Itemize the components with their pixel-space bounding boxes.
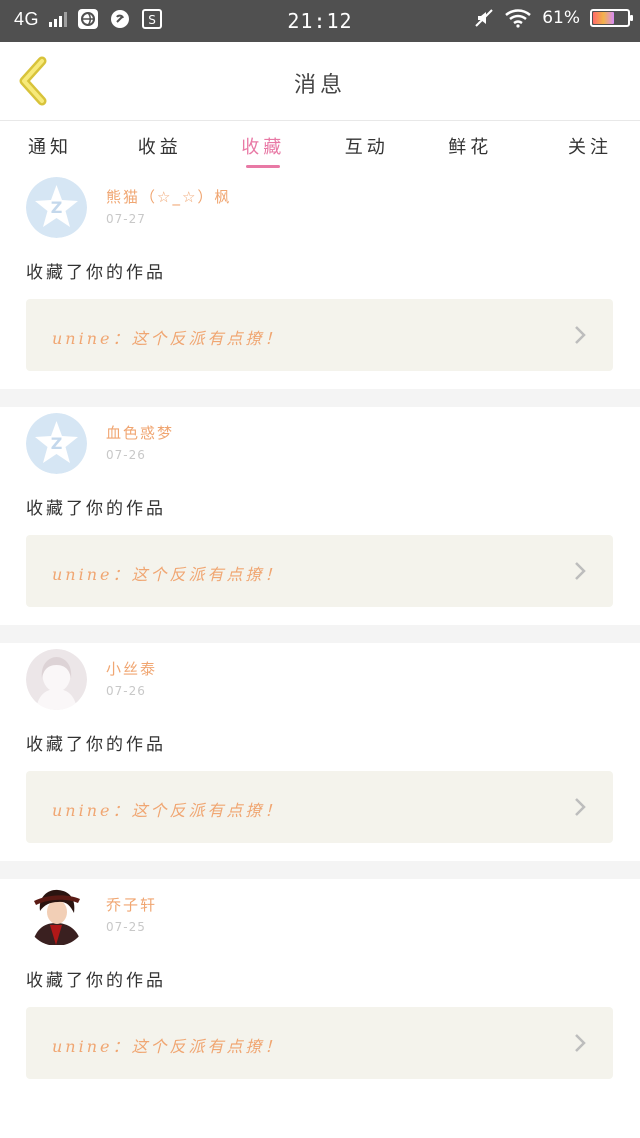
user-name[interactable]: 血色惑梦 [106, 422, 174, 443]
status-bar: 4G S 21:12 61% [0, 0, 640, 42]
action-text: 收藏了你的作品 [26, 499, 166, 519]
svg-text:Z: Z [51, 434, 63, 453]
battery-level [593, 12, 614, 24]
chevron-right-icon [575, 562, 586, 580]
battery-percent: 61% [542, 8, 580, 28]
message-list: Z 熊猫（☆_☆）枫 07-27 收藏了你的作品 unine：这个反派有点撩！ … [0, 171, 640, 1097]
list-item: 小丝泰 07-26 收藏了你的作品 unine：这个反派有点撩！ [0, 643, 640, 861]
tab-notifications[interactable]: 通知 [0, 121, 108, 171]
user-name[interactable]: 小丝泰 [106, 658, 157, 679]
status-right: 61% [474, 8, 633, 28]
mute-icon [475, 9, 493, 27]
list-item: Z 血色惑梦 07-26 收藏了你的作品 unine：这个反派有点撩！ [0, 407, 640, 625]
title-bar: 消息 [0, 42, 640, 121]
work-link[interactable]: unine：这个反派有点撩！ [26, 771, 613, 843]
work-title: unine：这个反派有点撩！ [52, 801, 284, 820]
work-link[interactable]: unine：这个反派有点撩！ [26, 299, 613, 371]
work-title: unine：这个反派有点撩！ [52, 565, 284, 584]
divider [0, 625, 640, 643]
work-title: unine：这个反派有点撩！ [52, 329, 284, 348]
message-date: 07-27 [106, 212, 146, 226]
qq-default-avatar[interactable]: Z [26, 413, 87, 474]
tab-flowers[interactable]: 鲜花 [419, 121, 523, 171]
chevron-right-icon [575, 798, 586, 816]
divider [0, 861, 640, 879]
tab-interactions[interactable]: 互动 [315, 121, 419, 171]
tab-bar: 通知 收益 收藏 互动 鲜花 关注 [0, 121, 640, 171]
message-date: 07-26 [106, 684, 146, 698]
photo-avatar[interactable] [26, 885, 87, 946]
action-text: 收藏了你的作品 [26, 735, 166, 755]
wifi-icon [505, 9, 532, 28]
tab-favorites[interactable]: 收藏 [212, 121, 316, 171]
list-item: Z 熊猫（☆_☆）枫 07-27 收藏了你的作品 unine：这个反派有点撩！ [0, 171, 640, 389]
work-link[interactable]: unine：这个反派有点撩！ [26, 535, 613, 607]
silhouette-avatar[interactable] [26, 649, 87, 710]
action-text: 收藏了你的作品 [26, 263, 166, 283]
work-title: unine：这个反派有点撩！ [52, 1037, 284, 1056]
message-date: 07-25 [106, 920, 146, 934]
user-name[interactable]: 乔子轩 [106, 894, 157, 915]
svg-text:Z: Z [51, 198, 63, 217]
message-date: 07-26 [106, 448, 146, 462]
user-name[interactable]: 熊猫（☆_☆）枫 [106, 186, 231, 207]
chevron-right-icon [575, 1034, 586, 1052]
tab-following[interactable]: 关注 [522, 121, 640, 171]
battery-icon [590, 9, 633, 27]
qq-default-avatar[interactable]: Z [26, 177, 87, 238]
divider [0, 389, 640, 407]
page-title: 消息 [293, 73, 346, 98]
chevron-right-icon [575, 326, 586, 344]
tab-earnings[interactable]: 收益 [108, 121, 212, 171]
work-link[interactable]: unine：这个反派有点撩！ [26, 1007, 613, 1079]
action-text: 收藏了你的作品 [26, 971, 166, 991]
list-item: 乔子轩 07-25 收藏了你的作品 unine：这个反派有点撩！ [0, 879, 640, 1097]
